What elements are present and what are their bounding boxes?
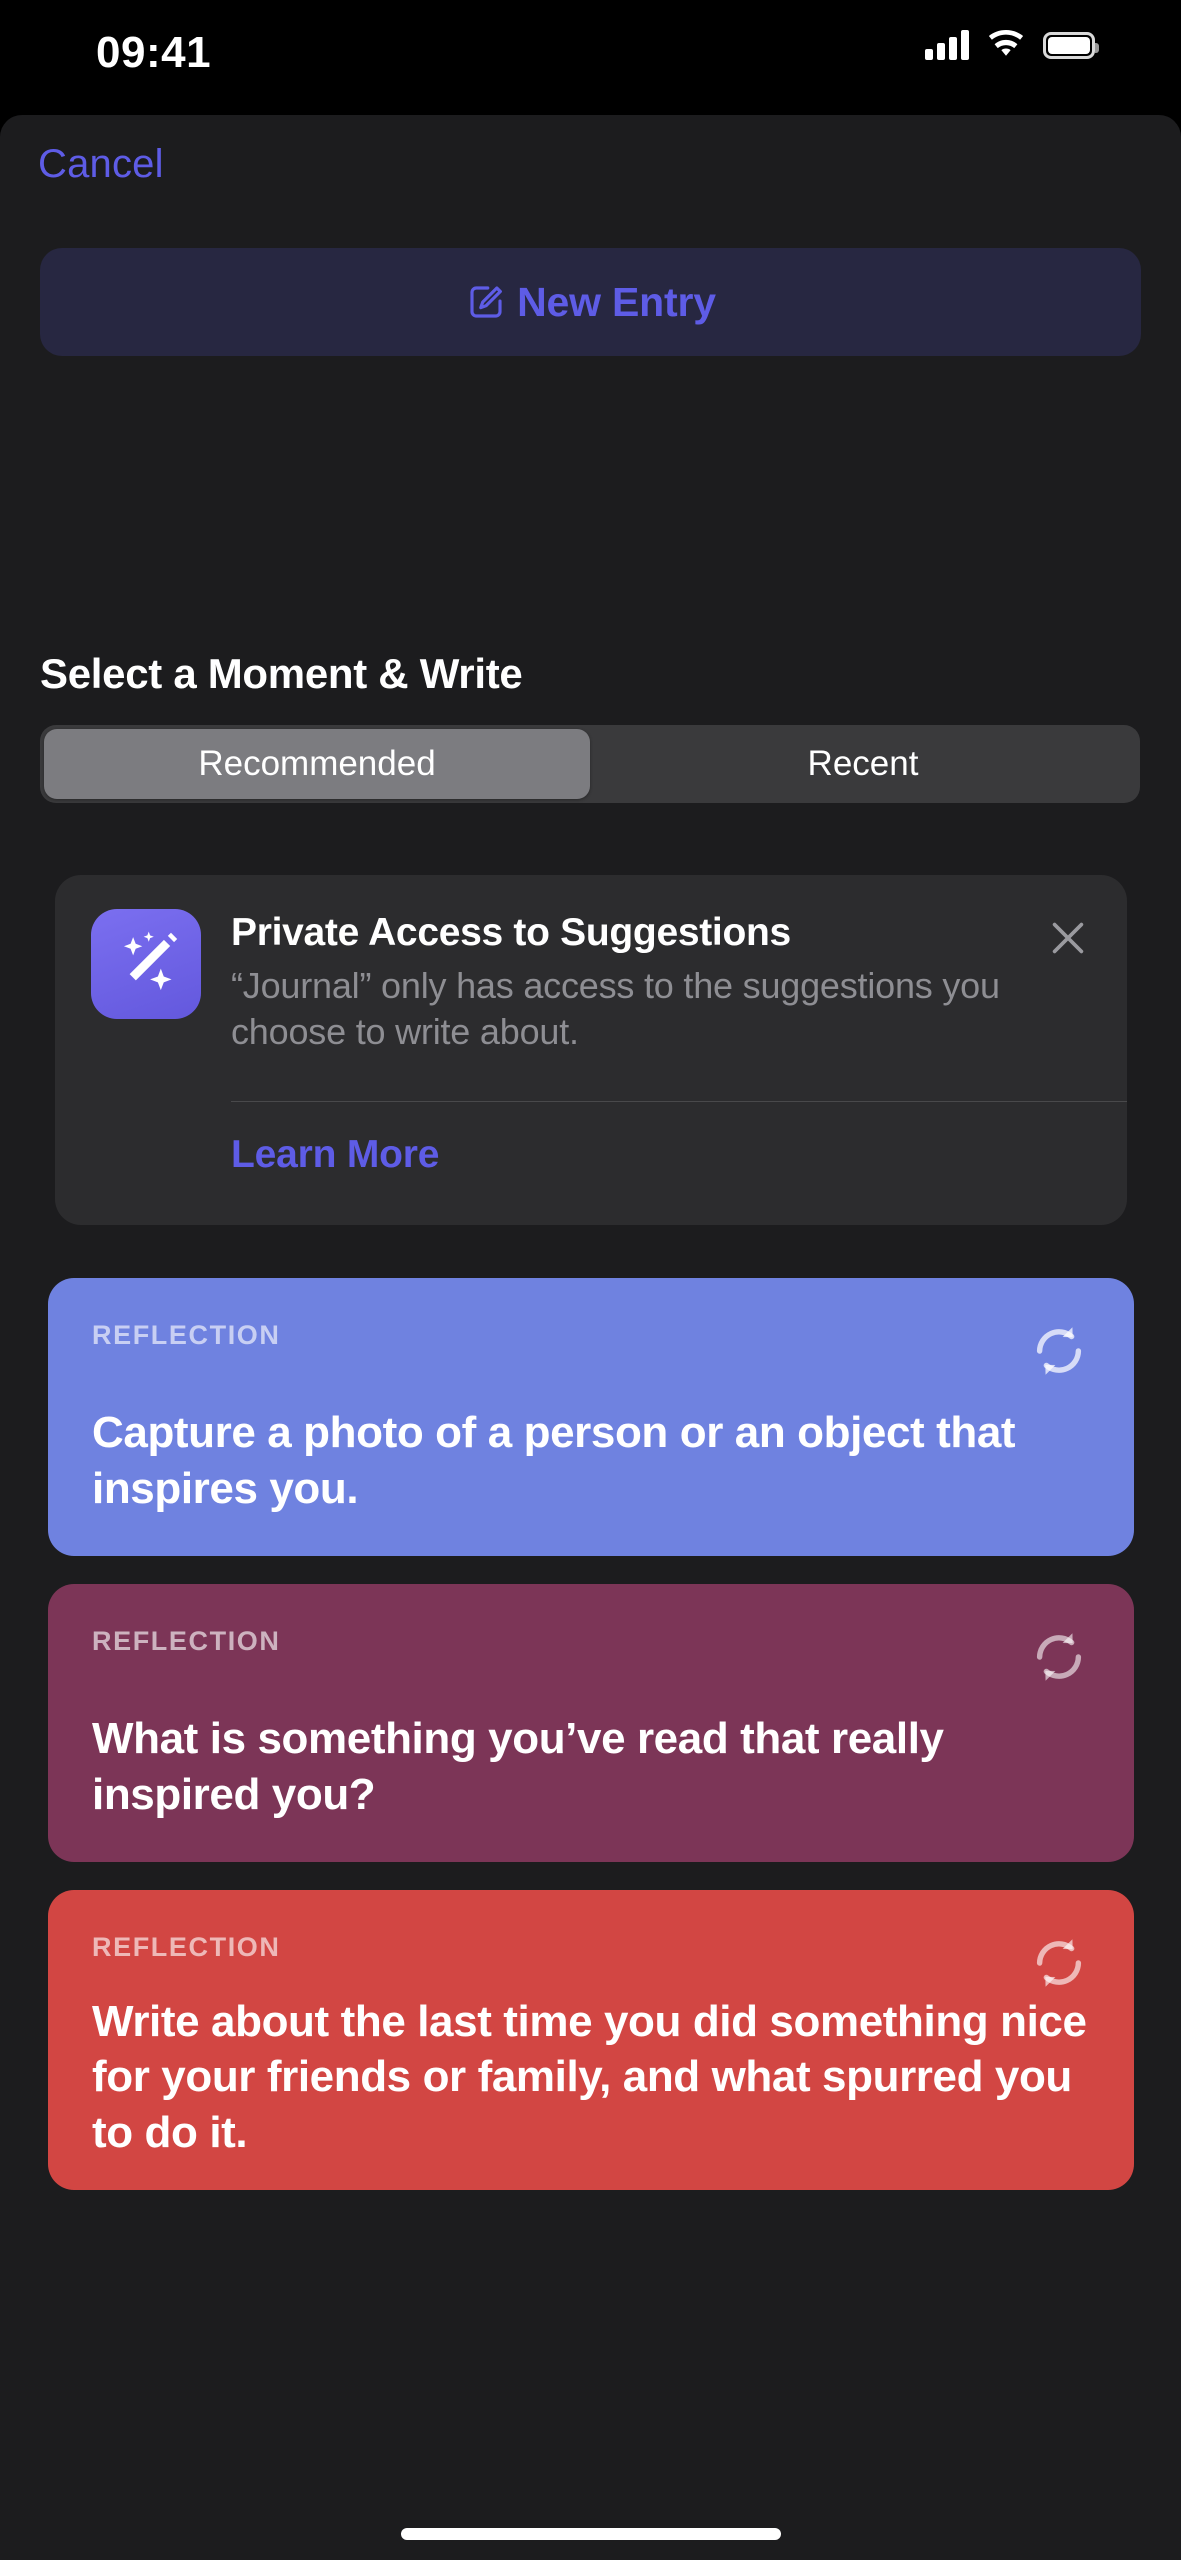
private-access-body: “Journal” only has access to the suggest…	[231, 964, 1000, 1052]
suggestion-kicker: REFLECTION	[92, 1626, 281, 1656]
suggestion-card[interactable]: REFLECTION What is something you’ve read…	[48, 1584, 1134, 1862]
refresh-icon[interactable]	[1028, 1932, 1090, 1994]
new-entry-button[interactable]: New Entry	[40, 248, 1141, 356]
suggestion-prompt: What is something you’ve read that reall…	[92, 1714, 944, 1819]
suggestion-prompt: Capture a photo of a person or an object…	[92, 1408, 1016, 1513]
segmented-control[interactable]: Recommended Recent	[40, 725, 1140, 803]
magic-wand-glyph	[123, 931, 178, 991]
magic-wand-icon	[91, 909, 201, 1019]
close-button[interactable]	[1045, 915, 1091, 961]
close-icon	[1052, 922, 1084, 954]
private-access-title: Private Access to Suggestions	[231, 911, 791, 954]
page-title: Select a Moment & Write	[40, 650, 523, 697]
refresh-icon[interactable]	[1028, 1320, 1090, 1382]
new-entry-label: New Entry	[517, 278, 716, 325]
learn-more-link[interactable]: Learn More	[231, 1133, 439, 1177]
refresh-icon[interactable]	[1028, 1626, 1090, 1688]
tab-recent[interactable]: Recent	[590, 729, 1136, 799]
suggestion-card-list: REFLECTION Capture a photo of a person o…	[48, 1278, 1134, 2218]
journal-suggestions-sheet: Cancel New Entry Select a Moment & Write…	[0, 115, 1181, 2560]
compose-icon	[470, 286, 503, 318]
status-bar-time: 09:41	[96, 28, 212, 77]
suggestion-card[interactable]: REFLECTION Write about the last time you…	[48, 1890, 1134, 2190]
card-divider	[231, 1101, 1127, 1102]
suggestion-kicker: REFLECTION	[92, 1932, 281, 1962]
suggestion-card[interactable]: REFLECTION Capture a photo of a person o…	[48, 1278, 1134, 1556]
suggestion-kicker: REFLECTION	[92, 1320, 281, 1350]
status-bar-icons	[925, 30, 1099, 60]
suggestion-prompt: Write about the last time you did someth…	[92, 1997, 1087, 2157]
cancel-button[interactable]: Cancel	[38, 142, 164, 187]
battery-icon	[1043, 31, 1099, 59]
status-bar: 09:41	[0, 0, 1181, 115]
cellular-bars-icon	[925, 30, 969, 60]
tab-recommended[interactable]: Recommended	[44, 729, 590, 799]
private-access-card: Private Access to Suggestions “Journal” …	[55, 875, 1127, 1225]
wifi-icon	[988, 30, 1024, 56]
home-indicator[interactable]	[400, 2528, 781, 2540]
